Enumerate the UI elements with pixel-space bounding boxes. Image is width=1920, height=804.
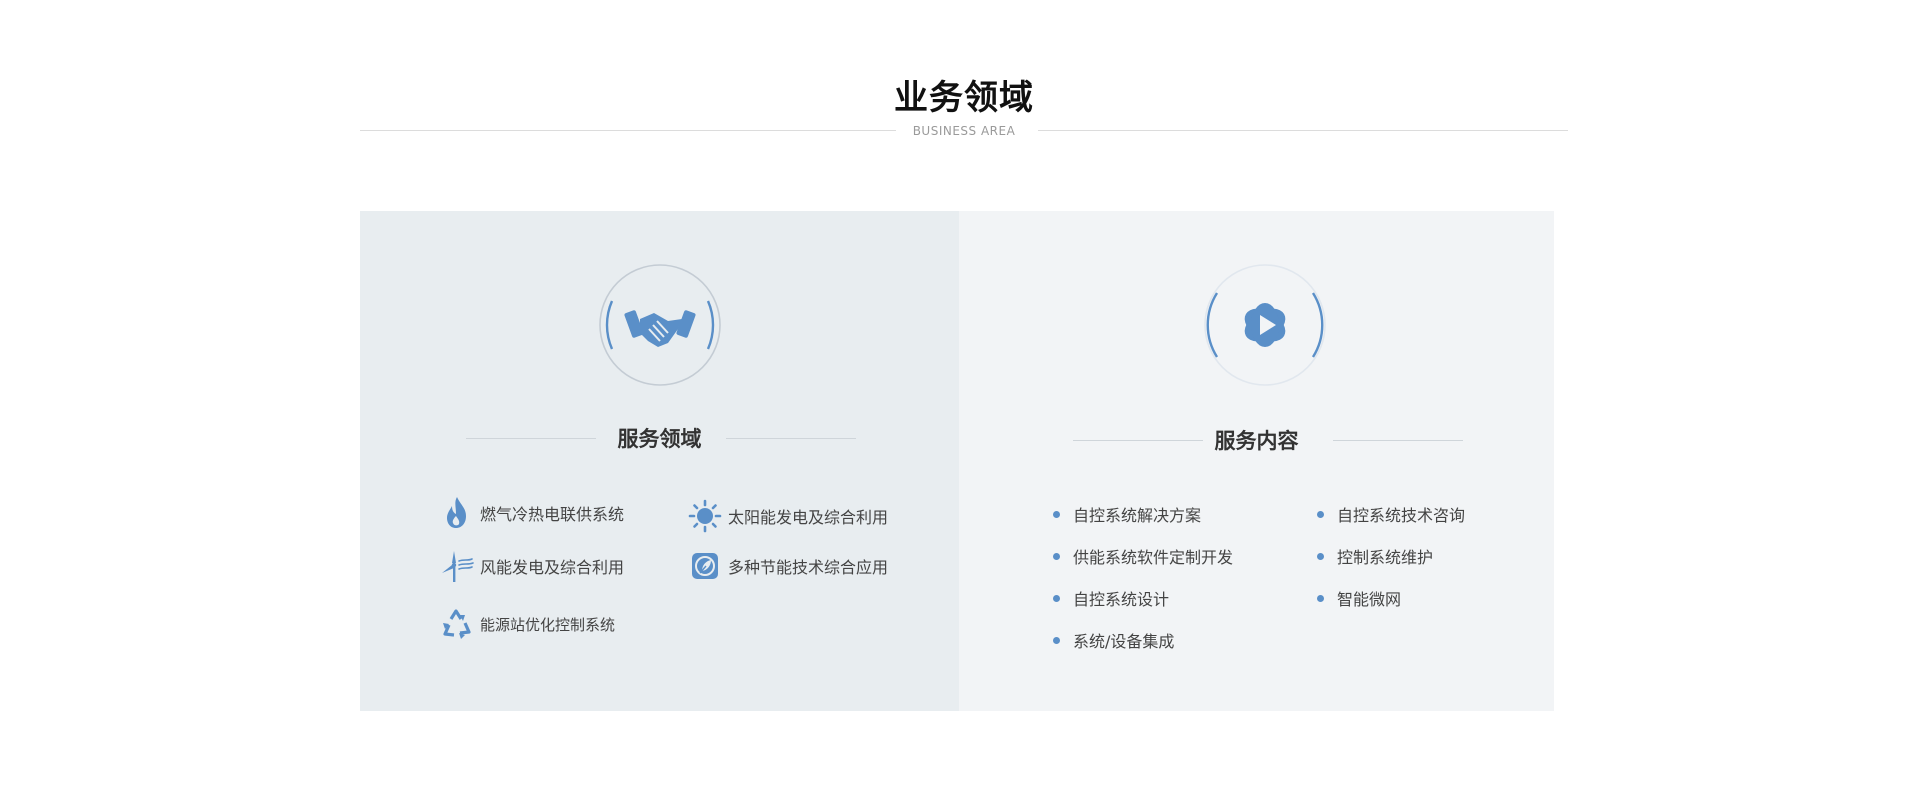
section-subtitle: BUSINESS AREA — [912, 124, 1016, 138]
service-area-title: 服务领域 — [617, 427, 702, 451]
recycle-icon — [438, 605, 476, 643]
content-item: 系统/设备集成 — [1053, 628, 1174, 652]
handshake-icon — [598, 263, 722, 387]
service-content-title: 服务内容 — [1214, 429, 1299, 453]
bullet-dot — [1053, 636, 1060, 644]
wind-turbine-icon — [438, 547, 476, 585]
content-item: 控制系统维护 — [1317, 544, 1433, 568]
service-area-title-wrap: 服务领域 — [360, 423, 959, 453]
service-content-panel: 服务内容 自控系统解决方案 自控系统技术咨询 供能系统软件定制开发 控制系统维护… — [959, 211, 1554, 711]
service-item-wind: 风能发电及综合利用 — [438, 546, 624, 586]
content-item: 自控系统设计 — [1053, 586, 1169, 610]
energy-saving-icon — [686, 547, 724, 585]
service-item-cchp: 燃气冷热电联供系统 — [438, 493, 624, 533]
service-item-energy-saving: 多种节能技术综合应用 — [686, 546, 888, 586]
service-item-label: 多种节能技术综合应用 — [728, 558, 889, 577]
service-area-panel: 服务领域 燃气冷热电联供系统 太阳能发电及综合利用 风能发电及综合利用 多种节能… — [360, 211, 959, 711]
service-item-energy-station: 能源站优化控制系统 — [438, 604, 615, 644]
bullet-dot — [1053, 510, 1060, 518]
service-item-label: 太阳能发电及综合利用 — [728, 508, 889, 527]
service-item-label: 风能发电及综合利用 — [480, 558, 625, 577]
content-item-label: 自控系统解决方案 — [1073, 506, 1202, 525]
bullet-dot — [1053, 594, 1060, 602]
service-item-label: 能源站优化控制系统 — [480, 615, 616, 634]
bullet-dot — [1317, 552, 1324, 560]
service-item-solar: 太阳能发电及综合利用 — [686, 496, 888, 536]
bullet-dot — [1053, 552, 1060, 560]
content-item-label: 自控系统技术咨询 — [1337, 506, 1466, 525]
bullet-dot — [1317, 594, 1324, 602]
service-item-label: 燃气冷热电联供系统 — [480, 505, 625, 524]
section-header: 业务领域 BUSINESS AREA — [360, 70, 1568, 140]
content-item: 智能微网 — [1317, 586, 1401, 610]
content-item: 自控系统技术咨询 — [1317, 502, 1465, 526]
content-item: 自控系统解决方案 — [1053, 502, 1201, 526]
play-orb-icon — [1203, 263, 1327, 387]
content-item-label: 自控系统设计 — [1073, 590, 1170, 609]
bullet-dot — [1317, 510, 1324, 518]
content-item-label: 智能微网 — [1337, 590, 1402, 609]
content-item: 供能系统软件定制开发 — [1053, 544, 1233, 568]
flame-icon — [438, 494, 476, 532]
sun-icon — [686, 497, 724, 535]
content-item-label: 控制系统维护 — [1337, 548, 1434, 567]
section-title: 业务领域 — [894, 78, 1034, 118]
page: 业务领域 BUSINESS AREA 服务领域 燃气冷热电联供系统 太阳能发电及… — [0, 0, 1920, 804]
content-item-label: 供能系统软件定制开发 — [1073, 548, 1234, 567]
content-item-label: 系统/设备集成 — [1073, 632, 1175, 651]
service-content-title-wrap: 服务内容 — [959, 425, 1554, 455]
